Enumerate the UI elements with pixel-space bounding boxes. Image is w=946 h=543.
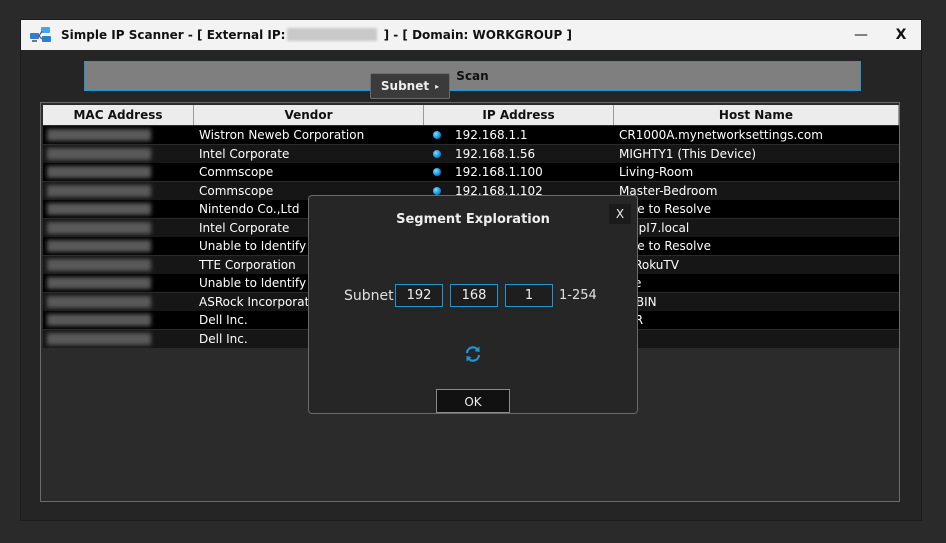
- mac-cell: [43, 256, 194, 274]
- mac-cell: [43, 274, 194, 292]
- redacted-ip: [287, 28, 378, 41]
- redacted-mac: [47, 295, 151, 308]
- dialog-title: Segment Exploration: [396, 212, 550, 227]
- vendor-cell: Nintendo Co.,Ltd: [199, 202, 300, 216]
- ok-button[interactable]: OK: [436, 389, 510, 413]
- subnet-button[interactable]: Subnet ▸: [370, 73, 450, 99]
- mac-cell: [43, 311, 194, 329]
- mac-cell: [43, 145, 194, 163]
- mac-cell: [43, 163, 194, 181]
- vendor-cell: Wistron Neweb Corporation: [199, 128, 365, 142]
- host-name-cell: Living-Room: [619, 165, 694, 179]
- ip-address-text: 192.168.1.100: [455, 165, 543, 179]
- mac-cell: [43, 200, 194, 218]
- mac-cell: [43, 219, 194, 237]
- minimize-button[interactable]: —: [839, 20, 883, 50]
- redacted-mac: [47, 314, 151, 326]
- refresh-icon[interactable]: [464, 345, 482, 363]
- redacted-mac: [47, 166, 151, 178]
- table-row[interactable]: Commscope 192.168.1.100 Living-Room: [43, 163, 899, 181]
- redacted-mac: [47, 203, 151, 215]
- column-header-ip[interactable]: IP Address: [424, 105, 614, 125]
- ip-cell: 192.168.1.1: [424, 126, 614, 144]
- title-prefix: Simple IP Scanner - [ External IP:: [61, 28, 286, 42]
- title-bar[interactable]: Simple IP Scanner - [ External IP: ] - […: [21, 20, 921, 50]
- vendor-cell: Commscope: [199, 165, 274, 179]
- scan-label: Scan: [456, 69, 489, 83]
- vendor-cell: Intel Corporate: [199, 220, 290, 235]
- segment-exploration-dialog: Segment Exploration X Subnet 1-254 OK: [308, 195, 638, 414]
- ip-cell: 192.168.1.56: [424, 145, 614, 163]
- column-header-host[interactable]: Host Name: [614, 105, 899, 125]
- mac-cell: [43, 182, 194, 200]
- redacted-mac: [47, 332, 151, 345]
- ip-address-text: 192.168.1.56: [455, 146, 536, 161]
- title-suffix: ] - [ Domain: WORKGROUP ]: [379, 28, 573, 42]
- redacted-mac: [47, 184, 151, 197]
- host-name-cell: CR1000A.mynetworksettings.com: [619, 128, 823, 142]
- range-label: 1-254: [559, 288, 597, 303]
- status-dot-icon: [433, 186, 441, 195]
- redacted-mac: [47, 258, 151, 271]
- table-row[interactable]: Wistron Neweb Corporation 192.168.1.1 CR10…: [43, 126, 899, 144]
- subnet-octet-3-input[interactable]: [505, 284, 553, 307]
- subnet-label: Subnet: [344, 288, 394, 304]
- table-row[interactable]: Intel Corporate 192.168.1.56 MIGHTY1 (This…: [43, 144, 899, 163]
- status-dot-icon: [433, 168, 441, 176]
- mac-cell: [43, 330, 194, 348]
- ip-address-text: 192.168.1.1: [455, 128, 528, 142]
- subnet-octet-2-input[interactable]: [450, 284, 498, 307]
- app-window: Simple IP Scanner - [ External IP: ] - […: [21, 20, 921, 520]
- redacted-mac: [47, 240, 151, 252]
- vendor-cell: Dell Inc.: [199, 331, 248, 346]
- vendor-cell: Unable to Identify: [199, 276, 307, 290]
- redacted-mac: [47, 147, 151, 160]
- redacted-mac: [47, 277, 151, 289]
- column-header-vendor[interactable]: Vendor: [194, 105, 424, 125]
- network-computers-icon: [30, 27, 51, 42]
- mac-cell: [43, 293, 194, 311]
- vendor-cell: Intel Corporate: [199, 146, 290, 161]
- table-header: MAC Address Vendor IP Address Host Name: [43, 105, 899, 125]
- window-title: Simple IP Scanner - [ External IP: ] - […: [61, 20, 572, 50]
- column-header-mac[interactable]: MAC Address: [43, 105, 194, 125]
- host-name-cell: MIGHTY1 (This Device): [619, 146, 757, 161]
- scan-button[interactable]: Scan: [84, 61, 861, 91]
- status-dot-icon: [433, 149, 441, 158]
- vendor-cell: Commscope: [199, 183, 274, 198]
- vendor-cell: Unable to Identify: [199, 239, 307, 253]
- subnet-octet-1-input[interactable]: [395, 284, 443, 307]
- redacted-mac: [47, 221, 151, 234]
- dialog-close-button[interactable]: X: [609, 204, 631, 224]
- redacted-mac: [47, 129, 151, 141]
- chevron-right-icon: ▸: [435, 82, 440, 91]
- status-dot-icon: [433, 131, 441, 139]
- ip-cell: 192.168.1.100: [424, 163, 614, 181]
- vendor-cell: TTE Corporation: [199, 257, 296, 272]
- vendor-cell: Dell Inc.: [199, 313, 248, 327]
- mac-cell: [43, 237, 194, 255]
- close-button[interactable]: X: [879, 20, 923, 50]
- mac-cell: [43, 126, 194, 144]
- subnet-button-label: Subnet: [380, 79, 430, 93]
